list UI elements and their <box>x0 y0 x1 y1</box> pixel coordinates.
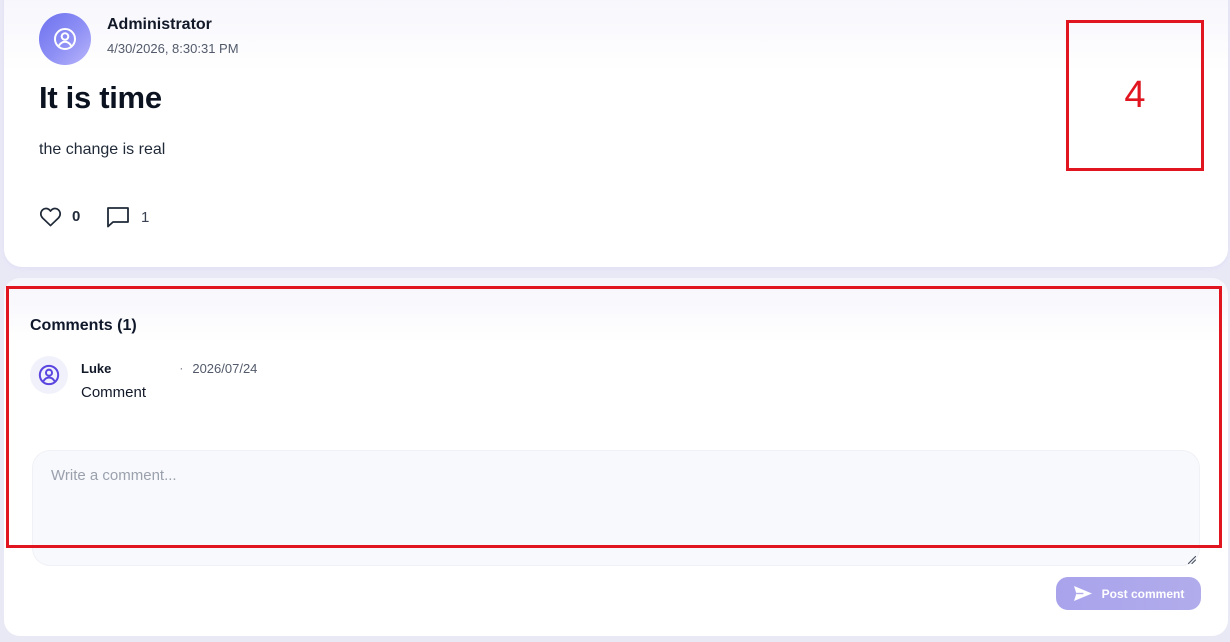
comment-input[interactable] <box>32 450 1200 566</box>
annotation-number: 4 <box>1124 74 1146 116</box>
like-count: 0 <box>72 208 81 225</box>
author-name[interactable]: Administrator <box>107 16 212 34</box>
post-timestamp: 4/30/2026, 8:30:31 PM <box>107 41 239 56</box>
commenter-name[interactable]: Luke <box>81 361 111 376</box>
meta-separator: · <box>179 361 184 375</box>
user-circle-icon <box>54 28 76 50</box>
resize-handle-icon[interactable] <box>1187 555 1196 564</box>
like-button[interactable]: 0 <box>39 206 80 227</box>
post-title: It is time <box>39 80 162 115</box>
redacted-name-block <box>119 361 174 375</box>
user-circle-icon <box>38 364 60 386</box>
send-icon <box>1073 585 1093 602</box>
comments-heading: Comments (1) <box>30 317 137 334</box>
post-comment-label: Post comment <box>1101 586 1185 601</box>
commenter-avatar[interactable] <box>30 356 68 394</box>
author-avatar[interactable] <box>39 13 91 65</box>
comment-date: 2026/07/24 <box>192 360 258 376</box>
comment-text: Comment <box>81 384 147 401</box>
heart-icon <box>39 207 62 227</box>
comment-button[interactable]: 1 <box>106 206 149 228</box>
speech-bubble-icon <box>107 207 129 228</box>
annotation-box: 4 <box>1066 20 1204 171</box>
post-body: the change is real <box>39 141 166 158</box>
comment-meta: Luke · 2026/07/24 <box>81 360 257 376</box>
comment-count: 1 <box>141 208 150 226</box>
post-comment-button[interactable]: Post comment <box>1056 577 1201 610</box>
